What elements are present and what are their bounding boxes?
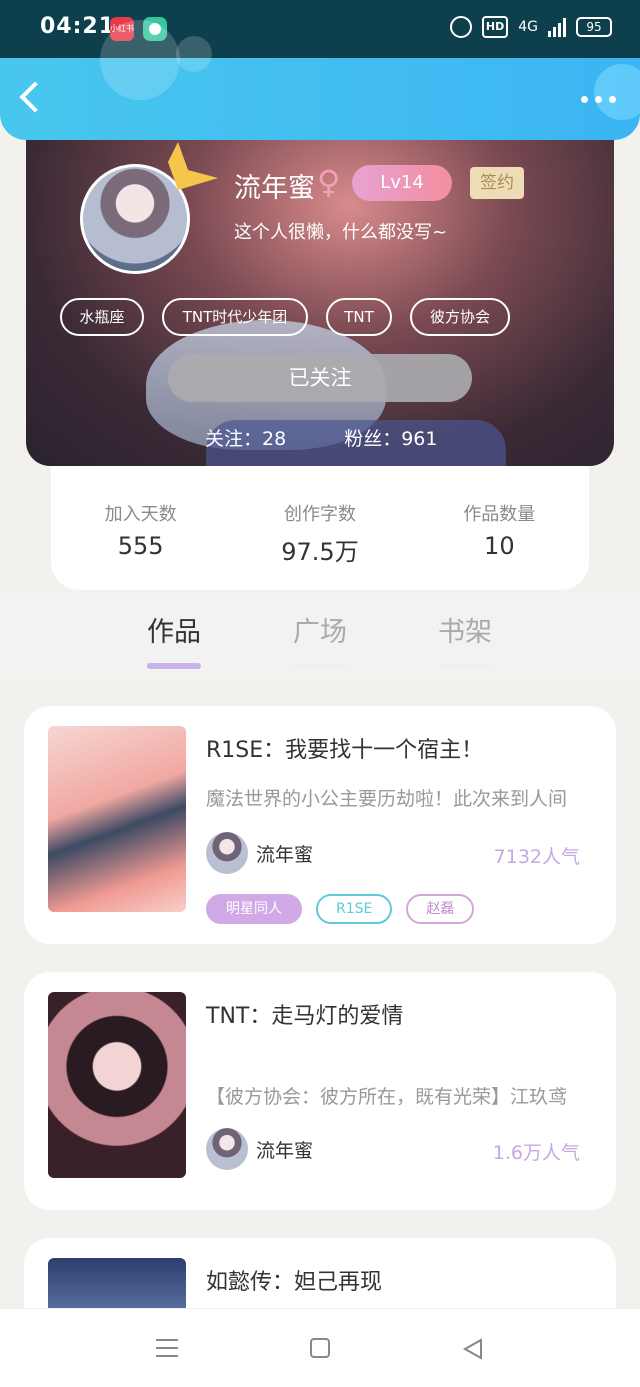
tab-indicator — [293, 663, 347, 669]
stat-works-count: 作品数量 10 — [410, 466, 589, 590]
battery-icon: 95 — [576, 17, 612, 37]
status-bar: 04:21 小红书 HD 4G 95 — [0, 0, 640, 58]
decor-bubble — [176, 36, 212, 72]
home-icon[interactable] — [310, 1338, 330, 1358]
signed-badge: 签约 — [470, 167, 524, 199]
hd-icon: HD — [481, 16, 509, 38]
work-description: 魔法世界的小公主要历劫啦！此次来到人间 — [206, 788, 568, 810]
work-cover-image[interactable] — [48, 726, 186, 912]
tab-label: 广场 — [293, 617, 347, 648]
decor-bubble — [594, 64, 640, 120]
work-author[interactable]: 流年蜜 — [206, 832, 313, 874]
stat-join-days: 加入天数 555 — [51, 466, 230, 590]
fans-count[interactable]: 粉丝：961 — [344, 424, 437, 451]
tab-indicator — [147, 663, 201, 669]
profile-tag[interactable]: TNT — [326, 298, 392, 336]
stat-label: 创作字数 — [283, 504, 356, 525]
work-popularity: 1.6万人气 — [492, 1142, 580, 1164]
tab-indicator — [438, 663, 492, 669]
profile-tag[interactable]: 水瓶座 — [60, 298, 144, 336]
signal-icon — [548, 17, 566, 37]
network-label: 4G — [518, 19, 538, 35]
stat-value: 10 — [484, 532, 515, 560]
female-icon: ♀ — [317, 163, 341, 201]
profile-bio: 这个人很懒，什么都没写~ — [234, 222, 448, 243]
stat-value: 97.5万 — [281, 538, 359, 566]
top-nav-bar — [0, 20, 640, 140]
work-title[interactable]: R1SE：我要找十一个宿主！ — [206, 732, 483, 764]
work-popularity: 7132人气 — [493, 846, 580, 868]
work-card[interactable]: R1SE：我要找十一个宿主！ 魔法世界的小公主要历劫啦！此次来到人间 流年蜜 7… — [24, 706, 616, 944]
author-name: 流年蜜 — [256, 1139, 314, 1162]
work-tag[interactable]: 赵磊 — [406, 894, 475, 924]
work-card[interactable]: TNT：走马灯的爱情 【彼方协会：彼方所在，既有光荣】江玖鸢 流年蜜 1.6万人… — [24, 972, 616, 1210]
menu-icon[interactable] — [156, 1339, 178, 1357]
tab-label: 书架 — [438, 617, 492, 648]
work-description: 【彼方协会：彼方所在，既有光荣】江玖鸢 — [206, 1086, 568, 1108]
stats-panel: 加入天数 555 创作字数 97.5万 作品数量 10 — [51, 466, 589, 590]
profile-tags: 水瓶座 TNT时代少年团 TNT 彼方协会 — [60, 298, 510, 336]
author-avatar — [206, 1128, 248, 1170]
work-title[interactable]: TNT：走马灯的爱情 — [206, 998, 403, 1030]
stat-word-count: 创作字数 97.5万 — [230, 466, 409, 590]
following-count[interactable]: 关注：28 — [205, 424, 286, 451]
work-tags: 明星同人 R1SE 赵磊 — [206, 894, 475, 924]
level-badge: Lv14 — [352, 165, 452, 201]
tab-square[interactable]: 广场 — [280, 610, 360, 669]
decor-bubble — [100, 20, 180, 100]
work-tag[interactable]: 明星同人 — [206, 894, 302, 924]
profile-tag[interactable]: 彼方协会 — [410, 298, 510, 336]
work-cover-image[interactable] — [48, 992, 186, 1178]
author-name: 流年蜜 — [256, 843, 314, 866]
back-icon[interactable] — [19, 81, 51, 113]
author-avatar — [206, 832, 248, 874]
back-triangle-icon[interactable] — [462, 1338, 484, 1364]
follow-counts: 关注：28 粉丝：961 — [205, 424, 437, 451]
status-time: 04:21 — [40, 14, 116, 39]
stat-label: 作品数量 — [463, 504, 536, 525]
tab-bar: 作品 广场 书架 — [0, 590, 640, 678]
tab-bookshelf[interactable]: 书架 — [425, 610, 505, 669]
more-icon[interactable] — [581, 96, 616, 103]
system-navigation-bar — [0, 1308, 640, 1387]
work-author[interactable]: 流年蜜 — [206, 1128, 313, 1170]
stat-value: 555 — [117, 532, 164, 560]
alarm-icon — [449, 16, 472, 38]
tab-label: 作品 — [147, 617, 201, 648]
work-title[interactable]: 如懿传：妲己再现 — [206, 1264, 382, 1296]
tab-works[interactable]: 作品 — [134, 610, 214, 669]
work-tag[interactable]: R1SE — [316, 894, 393, 924]
stat-label: 加入天数 — [104, 504, 177, 525]
profile-tag[interactable]: TNT时代少年团 — [162, 298, 308, 336]
follow-button[interactable]: 已关注 — [168, 354, 472, 402]
profile-username: 流年蜜 — [234, 173, 315, 204]
